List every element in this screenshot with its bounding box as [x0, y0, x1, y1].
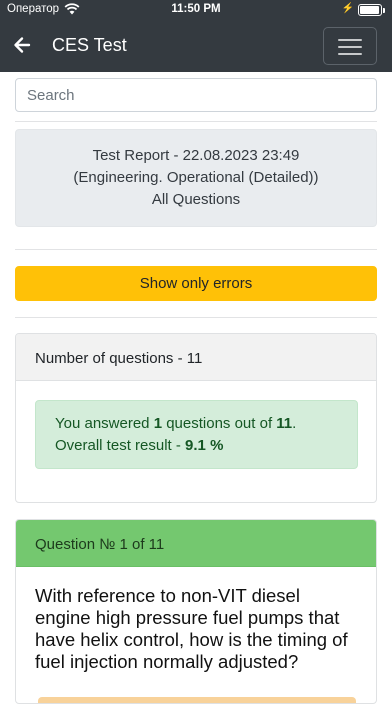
show-only-errors-button[interactable]: Show only errors	[15, 266, 377, 301]
back-arrow-icon[interactable]	[12, 33, 32, 57]
divider	[15, 317, 377, 318]
status-bar: Оператор 11:50 PM ⚡	[0, 0, 392, 20]
battery-icon	[358, 4, 385, 16]
answer-option[interactable]	[38, 697, 356, 703]
result-alert: You answered 1 questions out of 11. Over…	[35, 400, 358, 469]
question-card: Question № 1 of 11 With reference to non…	[15, 519, 377, 704]
answered-count: 1	[153, 415, 163, 432]
answered-line: You answered 1 questions out of 11.	[55, 413, 338, 435]
hamburger-line	[338, 53, 362, 55]
summary-card: Number of questions - 11 You answered 1 …	[15, 333, 377, 503]
answered-prefix: You answered	[55, 415, 154, 432]
hamburger-line	[338, 46, 362, 48]
hamburger-line	[338, 39, 362, 41]
question-header: Question № 1 of 11	[16, 520, 376, 567]
page-title: CES Test	[52, 35, 127, 55]
report-title: Test Report - 22.08.2023 23:49	[92, 147, 300, 164]
menu-button[interactable]	[323, 27, 377, 65]
charging-icon: ⚡	[341, 3, 354, 14]
report-scope: All Questions	[151, 191, 241, 208]
result-line: Overall test result - 9.1 %	[55, 435, 338, 457]
summary-header: Number of questions - 11	[16, 334, 376, 381]
result-value: 9.1 %	[185, 437, 224, 454]
clock: 11:50 PM	[171, 3, 221, 15]
divider	[15, 249, 377, 250]
navbar: CES Test	[0, 20, 392, 72]
answered-middle: questions out of	[162, 415, 277, 432]
search-input[interactable]	[15, 78, 377, 112]
answered-end: .	[292, 415, 297, 432]
divider	[15, 121, 377, 122]
battery-level	[360, 6, 379, 14]
report-category: (Engineering. Operational (Detailed))	[73, 169, 319, 186]
result-label: Overall test result -	[55, 437, 186, 454]
question-text: With reference to non-VIT diesel engine …	[35, 585, 348, 672]
report-info: Test Report - 22.08.2023 23:49 (Engineer…	[15, 129, 377, 227]
total-count: 11	[276, 415, 293, 432]
